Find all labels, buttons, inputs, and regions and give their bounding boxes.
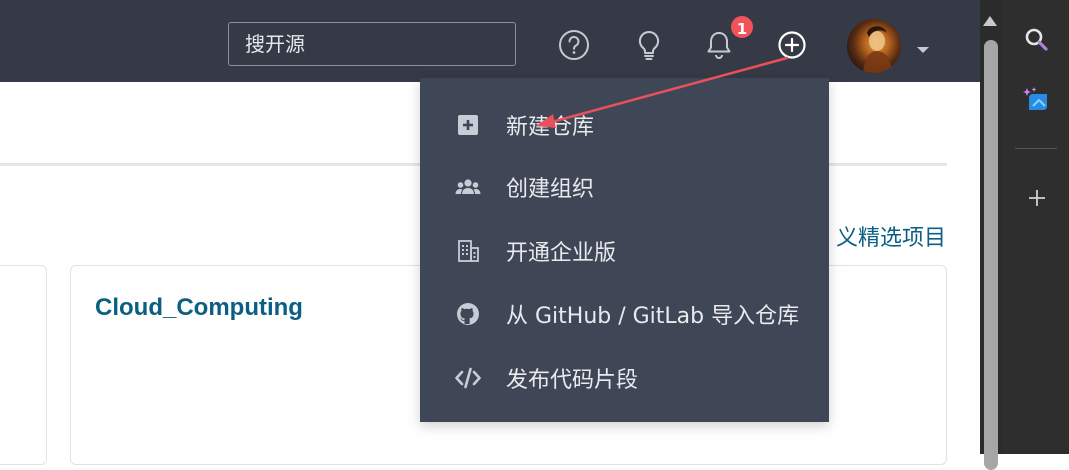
menu-item-label: 新建仓库 (506, 115, 595, 140)
chevron-down-icon[interactable] (915, 40, 931, 53)
menu-item-label: 从 GitHub / GitLab 导入仓库 (506, 304, 800, 329)
github-icon (454, 300, 482, 328)
menu-item-new-repo[interactable]: 新建仓库 (420, 97, 829, 153)
menu-item-label: 创建组织 (506, 177, 595, 202)
top-navigation-bar (0, 0, 980, 82)
help-icon[interactable] (557, 28, 591, 62)
menu-item-publish-snippet[interactable]: 发布代码片段 (420, 350, 829, 406)
search-input[interactable] (228, 22, 516, 66)
menu-item-import-repo[interactable]: 从 GitHub / GitLab 导入仓库 (420, 286, 829, 342)
create-dropdown-menu: 新建仓库 创建组织 开通企业版 从 GitHub / GitLab 导入仓库 发… (420, 78, 829, 422)
users-icon (454, 173, 482, 201)
code-icon (454, 364, 482, 392)
user-avatar[interactable] (847, 19, 901, 73)
side-panel-divider (1015, 148, 1057, 149)
menu-item-label: 开通企业版 (506, 241, 617, 266)
plus-square-icon (454, 111, 482, 139)
add-icon[interactable] (1021, 182, 1053, 214)
building-icon (454, 237, 482, 265)
scrollbar-thumb[interactable] (984, 40, 998, 470)
notification-badge: 1 (729, 14, 755, 40)
menu-item-create-org[interactable]: 创建组织 (420, 159, 829, 215)
bulb-icon[interactable] (632, 28, 666, 62)
project-card-title[interactable]: Cloud_Computing (95, 294, 303, 322)
project-card[interactable] (0, 265, 47, 465)
vertical-scrollbar[interactable] (980, 0, 1003, 470)
browser-side-panel (1003, 0, 1069, 454)
copilot-icon[interactable] (1021, 84, 1053, 116)
menu-item-enterprise[interactable]: 开通企业版 (420, 223, 829, 279)
plus-circle-icon[interactable] (775, 28, 809, 62)
search-icon[interactable] (1021, 24, 1053, 56)
scroll-up-arrow-icon[interactable] (983, 16, 997, 26)
menu-item-label: 发布代码片段 (506, 368, 639, 393)
